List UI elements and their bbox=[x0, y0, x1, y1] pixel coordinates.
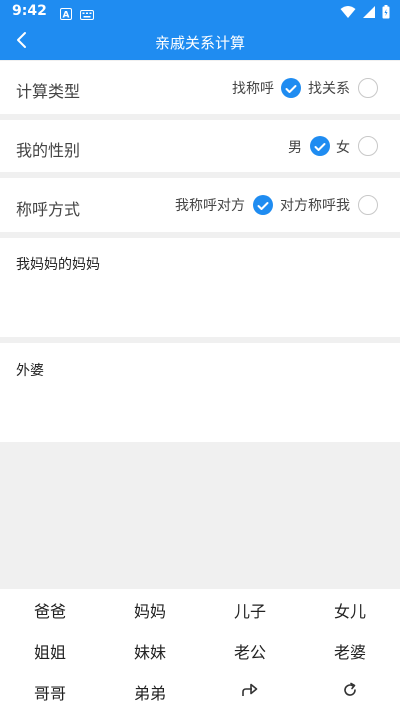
wifi-icon bbox=[340, 4, 356, 23]
key-husband[interactable]: 老公 bbox=[200, 630, 300, 671]
option-female-label: 女 bbox=[336, 140, 350, 156]
option-female-checkbox[interactable] bbox=[358, 136, 378, 156]
refresh-icon bbox=[342, 682, 358, 702]
status-bar: 9:42 A bbox=[0, 0, 400, 24]
app-bar: 亲戚关系计算 bbox=[0, 24, 400, 60]
page-title: 亲戚关系计算 bbox=[154, 34, 245, 52]
signal-icon bbox=[362, 4, 376, 23]
redo-button[interactable] bbox=[200, 671, 300, 712]
key-father[interactable]: 爸爸 bbox=[0, 589, 100, 630]
key-younger-brother[interactable]: 弟弟 bbox=[100, 671, 200, 712]
key-mother[interactable]: 妈妈 bbox=[100, 589, 200, 630]
gender-label: 我的性别 bbox=[16, 141, 81, 160]
font-a-icon: A bbox=[60, 5, 72, 24]
checkmark-icon bbox=[314, 137, 326, 156]
keyboard-icon bbox=[80, 5, 94, 24]
result-text: 外婆 bbox=[16, 363, 44, 379]
key-son[interactable]: 儿子 bbox=[200, 589, 300, 630]
result-area: 外婆 bbox=[0, 343, 400, 442]
redo-icon bbox=[241, 682, 259, 702]
option-they-call-checkbox[interactable] bbox=[358, 195, 378, 215]
battery-icon bbox=[382, 4, 390, 23]
reset-button[interactable] bbox=[300, 671, 400, 712]
option-male-label: 男 bbox=[288, 140, 302, 156]
relation-input-text: 我妈妈的妈妈 bbox=[16, 257, 100, 273]
relation-keyboard: 爸爸 妈妈 儿子 女儿 姐姐 妹妹 老公 老婆 哥哥 弟弟 bbox=[0, 589, 400, 712]
status-time: 9:42 bbox=[12, 3, 47, 19]
option-i-call-checkbox[interactable] bbox=[253, 195, 273, 215]
calc-type-label: 计算类型 bbox=[16, 82, 81, 101]
option-male-checkbox[interactable] bbox=[310, 136, 330, 156]
option-i-call-label: 我称呼对方 bbox=[175, 198, 245, 214]
key-wife[interactable]: 老婆 bbox=[300, 630, 400, 671]
relation-input-area[interactable]: 我妈妈的妈妈 bbox=[0, 238, 400, 337]
checkmark-icon bbox=[257, 196, 269, 215]
address-mode-row: 称呼方式 我称呼对方 对方称呼我 bbox=[0, 178, 400, 232]
checkmark-icon bbox=[285, 79, 297, 98]
gender-row: 我的性别 男 女 bbox=[0, 120, 400, 172]
svg-text:A: A bbox=[63, 11, 70, 21]
option-find-relation-label: 找关系 bbox=[308, 81, 350, 97]
key-elder-brother[interactable]: 哥哥 bbox=[0, 671, 100, 712]
key-elder-sister[interactable]: 姐姐 bbox=[0, 630, 100, 671]
calc-type-row: 计算类型 找称呼 找关系 bbox=[0, 61, 400, 114]
option-find-title-label: 找称呼 bbox=[232, 81, 274, 97]
key-daughter[interactable]: 女儿 bbox=[300, 589, 400, 630]
address-mode-label: 称呼方式 bbox=[16, 200, 81, 219]
option-find-relation-checkbox[interactable] bbox=[358, 78, 378, 98]
option-find-title-checkbox[interactable] bbox=[281, 78, 301, 98]
option-they-call-label: 对方称呼我 bbox=[280, 198, 350, 214]
key-younger-sister[interactable]: 妹妹 bbox=[100, 630, 200, 671]
